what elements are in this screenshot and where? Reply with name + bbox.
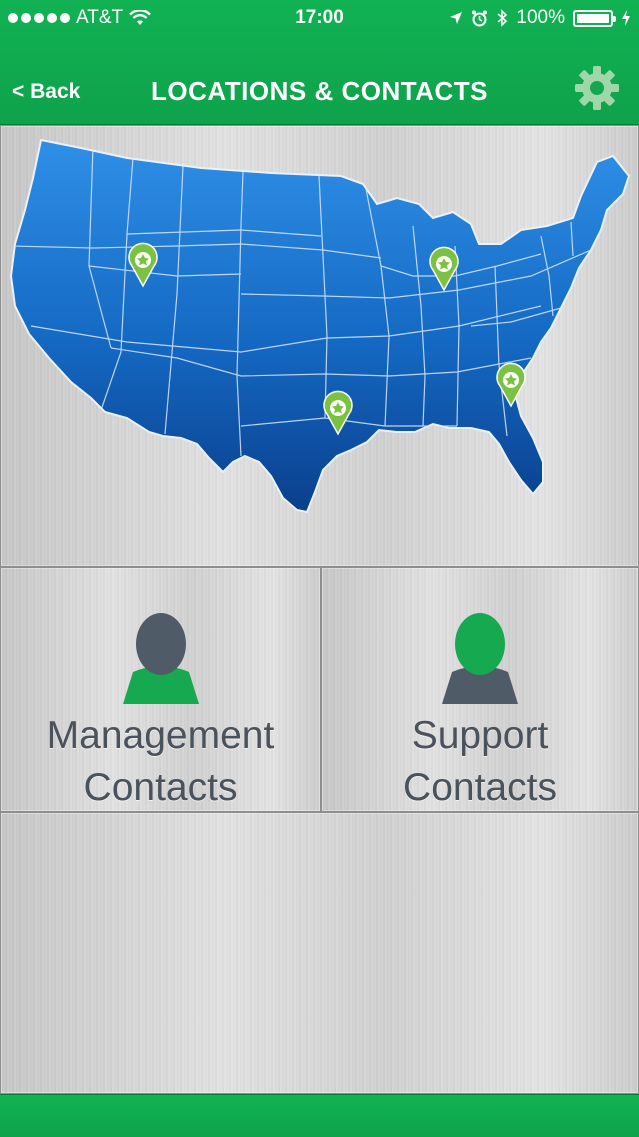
alarm-icon [472, 10, 488, 26]
person-icon [442, 613, 518, 704]
navigation-bar: < Back LOCATIONS & CONTACTS [0, 56, 639, 122]
battery-icon [573, 9, 616, 27]
management-contacts-label: Management Contacts [46, 714, 275, 809]
bluetooth-icon [497, 9, 508, 27]
gear-icon[interactable] [573, 64, 621, 112]
page-title: LOCATIONS & CONTACTS [151, 76, 488, 106]
charging-icon [622, 10, 630, 26]
empty-panel [0, 812, 639, 1094]
usa-map[interactable] [1, 126, 639, 568]
support-contacts-label: Support Contacts [403, 714, 557, 809]
app-header: AT&T 17:00 100% < Back LOCATIONS & CONTA… [0, 0, 639, 126]
locations-map-panel[interactable] [0, 125, 639, 567]
management-contacts-button[interactable]: Management Contacts [0, 567, 321, 812]
battery-percent: 100% [516, 7, 565, 28]
support-contacts-button[interactable]: Support Contacts [321, 567, 639, 812]
person-icon [122, 613, 199, 704]
status-bar: AT&T 17:00 100% [0, 0, 639, 36]
bottom-bar [0, 1094, 639, 1137]
location-arrow-icon [450, 12, 463, 24]
